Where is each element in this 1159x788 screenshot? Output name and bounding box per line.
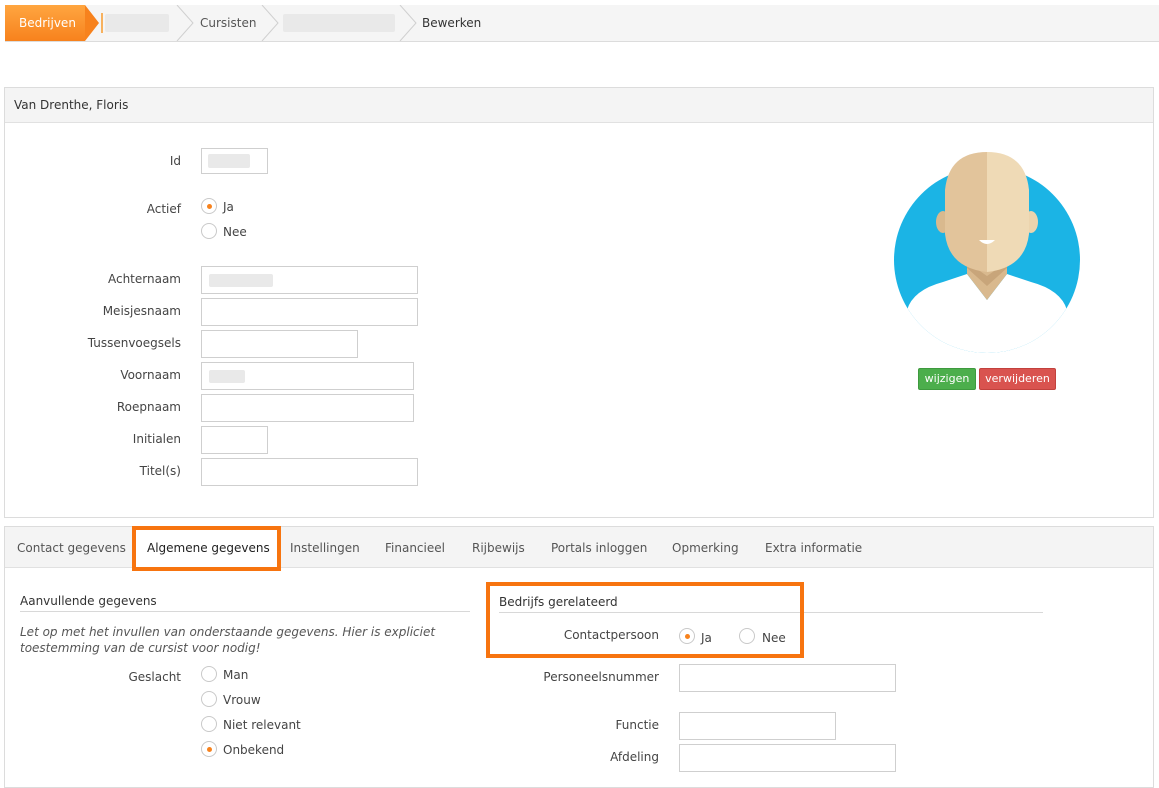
- breadcrumb-cursist-redacted[interactable]: [283, 14, 395, 32]
- geslacht-onbekend-radio[interactable]: [201, 741, 217, 757]
- functie-label: Functie: [615, 718, 659, 732]
- achternaam-label: Achternaam: [107, 272, 181, 286]
- geslacht-man-label: Man: [223, 668, 249, 682]
- voornaam-value-redacted: [209, 370, 245, 383]
- tab-rijbewijs[interactable]: Rijbewijs: [472, 541, 525, 555]
- person-panel-header: Van Drenthe, Floris: [5, 88, 1153, 123]
- geslacht-man-radio[interactable]: [201, 666, 217, 682]
- tussenvoegsels-field[interactable]: [201, 330, 358, 358]
- voornaam-label: Voornaam: [120, 368, 181, 382]
- wijzigen-button[interactable]: wijzigen: [918, 368, 976, 390]
- actief-label: Actief: [146, 202, 181, 216]
- tab-contact-gegevens[interactable]: Contact gegevens: [17, 541, 126, 555]
- tussenvoegsels-label: Tussenvoegsels: [87, 336, 181, 350]
- breadcrumb-bedrijven[interactable]: Bedrijven: [5, 5, 85, 41]
- id-field[interactable]: [201, 148, 268, 174]
- actief-ja-label: Ja: [223, 200, 234, 214]
- tab-financieel[interactable]: Financieel: [385, 541, 445, 555]
- geslacht-onbekend-label: Onbekend: [223, 743, 285, 757]
- tab-opmerking[interactable]: Opmerking: [672, 541, 739, 555]
- breadcrumb: Bedrijven Cursisten Bewerken: [5, 5, 1159, 42]
- avatar-icon: [894, 152, 1080, 353]
- person-name-title: Van Drenthe, Floris: [14, 98, 129, 112]
- aanvullende-divider: [20, 611, 470, 612]
- afdeling-field[interactable]: [679, 744, 896, 772]
- initialen-field[interactable]: [201, 426, 268, 454]
- titels-field[interactable]: [201, 458, 418, 486]
- id-value-redacted: [208, 154, 250, 168]
- aanvullende-gegevens-title: Aanvullende gegevens: [20, 594, 157, 608]
- tab-portals-inloggen[interactable]: Portals inloggen: [551, 541, 647, 555]
- roepnaam-label: Roepnaam: [116, 400, 181, 414]
- tab-extra-informatie[interactable]: Extra informatie: [765, 541, 862, 555]
- geslacht-niet-relevant-radio[interactable]: [201, 716, 217, 732]
- initialen-label: Initialen: [132, 432, 181, 446]
- titels-label: Titel(s): [139, 464, 181, 478]
- chevron-right-icon: [176, 5, 194, 41]
- roepnaam-field[interactable]: [201, 394, 414, 422]
- breadcrumb-company-marker: [101, 13, 103, 33]
- geslacht-vrouw-radio[interactable]: [201, 691, 217, 707]
- breadcrumb-arrow: [85, 5, 99, 41]
- chevron-right-icon: [399, 5, 417, 41]
- personeelsnummer-field[interactable]: [679, 664, 896, 692]
- functie-field[interactable]: [679, 712, 836, 740]
- geslacht-niet-relevant-label: Niet relevant: [223, 718, 301, 732]
- meisjesnaam-field[interactable]: [201, 298, 418, 326]
- person-panel: Van Drenthe, Floris Id Actief Ja Nee Ach…: [4, 87, 1154, 518]
- meisjesnaam-label: Meisjesnaam: [102, 304, 181, 318]
- actief-nee-radio[interactable]: [201, 223, 217, 239]
- verwijderen-button[interactable]: verwijderen: [979, 368, 1056, 390]
- tab-highlight-box: [132, 526, 281, 571]
- breadcrumb-company-redacted[interactable]: [105, 14, 169, 32]
- actief-nee-label: Nee: [223, 225, 247, 239]
- breadcrumb-current: Bewerken: [422, 16, 482, 30]
- tab-instellingen[interactable]: Instellingen: [290, 541, 360, 555]
- contactpersoon-highlight-box: [486, 582, 804, 658]
- privacy-note: Let op met het invullen van onderstaande…: [20, 625, 436, 655]
- achternaam-field[interactable]: [201, 266, 418, 294]
- breadcrumb-cursisten[interactable]: Cursisten: [200, 5, 256, 41]
- afdeling-label: Afdeling: [610, 750, 659, 764]
- id-label: Id: [169, 154, 181, 168]
- actief-ja-radio[interactable]: [201, 198, 217, 214]
- chevron-right-icon: [261, 5, 279, 41]
- voornaam-field[interactable]: [201, 362, 414, 390]
- achternaam-value-redacted: [209, 274, 273, 287]
- personeelsnummer-label: Personeelsnummer: [543, 670, 659, 684]
- geslacht-label: Geslacht: [128, 670, 181, 684]
- geslacht-vrouw-label: Vrouw: [223, 693, 261, 707]
